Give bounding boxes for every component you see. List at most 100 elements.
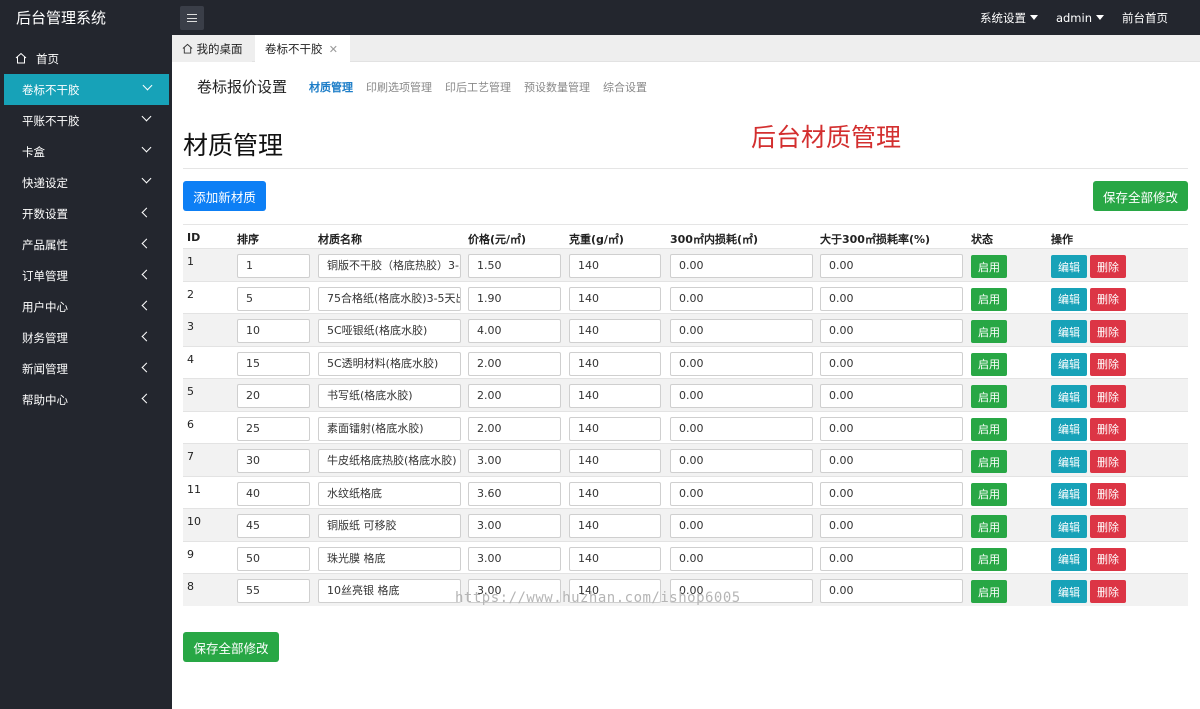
tab-my-desktop[interactable]: 我的桌面 [172,35,252,62]
material-name-input[interactable]: 5C哑银纸(格底水胶) [318,319,461,343]
edit-button[interactable]: 编辑 [1051,352,1087,376]
material-name-input[interactable]: 珠光膜 格底 [318,546,461,571]
edit-button[interactable]: 编辑 [1051,385,1087,408]
system-settings-dropdown[interactable]: 系统设置 [980,10,1038,26]
save-all-button-top[interactable]: 保存全部修改 [1093,181,1188,211]
sort-input[interactable]: 5 [237,286,310,311]
delete-button[interactable]: 删除 [1090,482,1126,506]
loss-rate-input[interactable]: 0.00 [820,254,963,278]
sidebar-item[interactable]: 平账不干胶 [0,105,172,136]
delete-button[interactable]: 删除 [1090,255,1126,278]
loss-input[interactable]: 0.00 [670,546,813,571]
loss-rate-input[interactable]: 0.00 [820,514,963,538]
loss-rate-input[interactable]: 0.00 [820,319,963,343]
sort-input[interactable]: 1 [237,254,310,278]
edit-button[interactable]: 编辑 [1051,547,1087,571]
sort-input[interactable]: 15 [237,351,310,376]
loss-input[interactable]: 0.00 [670,319,813,343]
subnav-link[interactable]: 印刷选项管理 [366,79,432,95]
edit-button[interactable]: 编辑 [1051,320,1087,343]
loss-rate-input[interactable]: 0.00 [820,351,963,376]
status-enable-button[interactable]: 启用 [971,580,1007,603]
loss-rate-input[interactable]: 0.00 [820,546,963,571]
status-enable-button[interactable]: 启用 [971,417,1007,441]
delete-button[interactable]: 删除 [1090,450,1126,473]
price-input[interactable]: 3.00 [468,449,561,473]
delete-button[interactable]: 删除 [1090,515,1126,538]
loss-rate-input[interactable]: 0.00 [820,286,963,311]
sort-input[interactable]: 25 [237,416,310,441]
weight-input[interactable]: 140 [569,254,661,278]
delete-button[interactable]: 删除 [1090,580,1126,603]
loss-input[interactable]: 0.00 [670,384,813,408]
add-material-button[interactable]: 添加新材质 [183,181,266,211]
delete-button[interactable]: 删除 [1090,287,1126,311]
loss-input[interactable]: 0.00 [670,254,813,278]
sidebar-item[interactable]: 订单管理 [0,260,172,291]
sidebar-item[interactable]: 财务管理 [0,322,172,353]
sort-input[interactable]: 55 [237,579,310,603]
material-name-input[interactable]: 水纹纸格底 [318,481,461,506]
price-input[interactable]: 1.50 [468,254,561,278]
sidebar-item[interactable]: 首页 [0,43,172,74]
edit-button[interactable]: 编辑 [1051,417,1087,441]
user-dropdown[interactable]: admin [1056,11,1104,25]
save-all-button-bottom[interactable]: 保存全部修改 [183,632,279,662]
subnav-link[interactable]: 材质管理 [309,79,353,95]
sort-input[interactable]: 30 [237,449,310,473]
edit-button[interactable]: 编辑 [1051,255,1087,278]
sidebar-item[interactable]: 快递设定 [0,167,172,198]
price-input[interactable]: 2.00 [468,351,561,376]
sort-input[interactable]: 50 [237,546,310,571]
material-name-input[interactable]: 铜版纸 可移胶 [318,514,461,538]
sidebar-item[interactable]: 开数设置 [0,198,172,229]
weight-input[interactable]: 140 [569,351,661,376]
tab-label-sticker[interactable]: 卷标不干胶 ✕ [255,35,350,62]
price-input[interactable]: 3.00 [468,546,561,571]
edit-button[interactable]: 编辑 [1051,287,1087,311]
sort-input[interactable]: 20 [237,384,310,408]
sort-input[interactable]: 10 [237,319,310,343]
status-enable-button[interactable]: 启用 [971,287,1007,311]
edit-button[interactable]: 编辑 [1051,482,1087,506]
loss-input[interactable]: 0.00 [670,286,813,311]
material-name-input[interactable]: 5C透明材料(格底水胶) [318,351,461,376]
status-enable-button[interactable]: 启用 [971,352,1007,376]
material-name-input[interactable]: 素面镭射(格底水胶) [318,416,461,441]
material-name-input[interactable]: 10丝亮银 格底 [318,579,461,603]
weight-input[interactable]: 140 [569,286,661,311]
loss-rate-input[interactable]: 0.00 [820,481,963,506]
delete-button[interactable]: 删除 [1090,417,1126,441]
menu-toggle-button[interactable] [180,6,204,30]
loss-rate-input[interactable]: 0.00 [820,416,963,441]
sidebar-item[interactable]: 卷标不干胶 [4,74,169,105]
sidebar-item[interactable]: 用户中心 [0,291,172,322]
subnav-link[interactable]: 印后工艺管理 [445,79,511,95]
price-input[interactable]: 2.00 [468,384,561,408]
weight-input[interactable]: 140 [569,514,661,538]
subnav-link[interactable]: 预设数量管理 [524,79,590,95]
loss-input[interactable]: 0.00 [670,514,813,538]
price-input[interactable]: 3.60 [468,481,561,506]
close-icon[interactable]: ✕ [329,43,338,56]
loss-rate-input[interactable]: 0.00 [820,579,963,603]
loss-rate-input[interactable]: 0.00 [820,449,963,473]
loss-rate-input[interactable]: 0.00 [820,384,963,408]
loss-input[interactable]: 0.00 [670,481,813,506]
status-enable-button[interactable]: 启用 [971,547,1007,571]
sidebar-item[interactable]: 帮助中心 [0,384,172,415]
price-input[interactable]: 4.00 [468,319,561,343]
material-name-input[interactable]: 书写纸(格底水胶) [318,384,461,408]
edit-button[interactable]: 编辑 [1051,450,1087,473]
weight-input[interactable]: 140 [569,384,661,408]
delete-button[interactable]: 删除 [1090,320,1126,343]
weight-input[interactable]: 140 [569,416,661,441]
status-enable-button[interactable]: 启用 [971,320,1007,343]
price-input[interactable]: 1.90 [468,286,561,311]
edit-button[interactable]: 编辑 [1051,580,1087,603]
status-enable-button[interactable]: 启用 [971,255,1007,278]
weight-input[interactable]: 140 [569,546,661,571]
edit-button[interactable]: 编辑 [1051,515,1087,538]
sidebar-item[interactable]: 卡盒 [0,136,172,167]
delete-button[interactable]: 删除 [1090,385,1126,408]
